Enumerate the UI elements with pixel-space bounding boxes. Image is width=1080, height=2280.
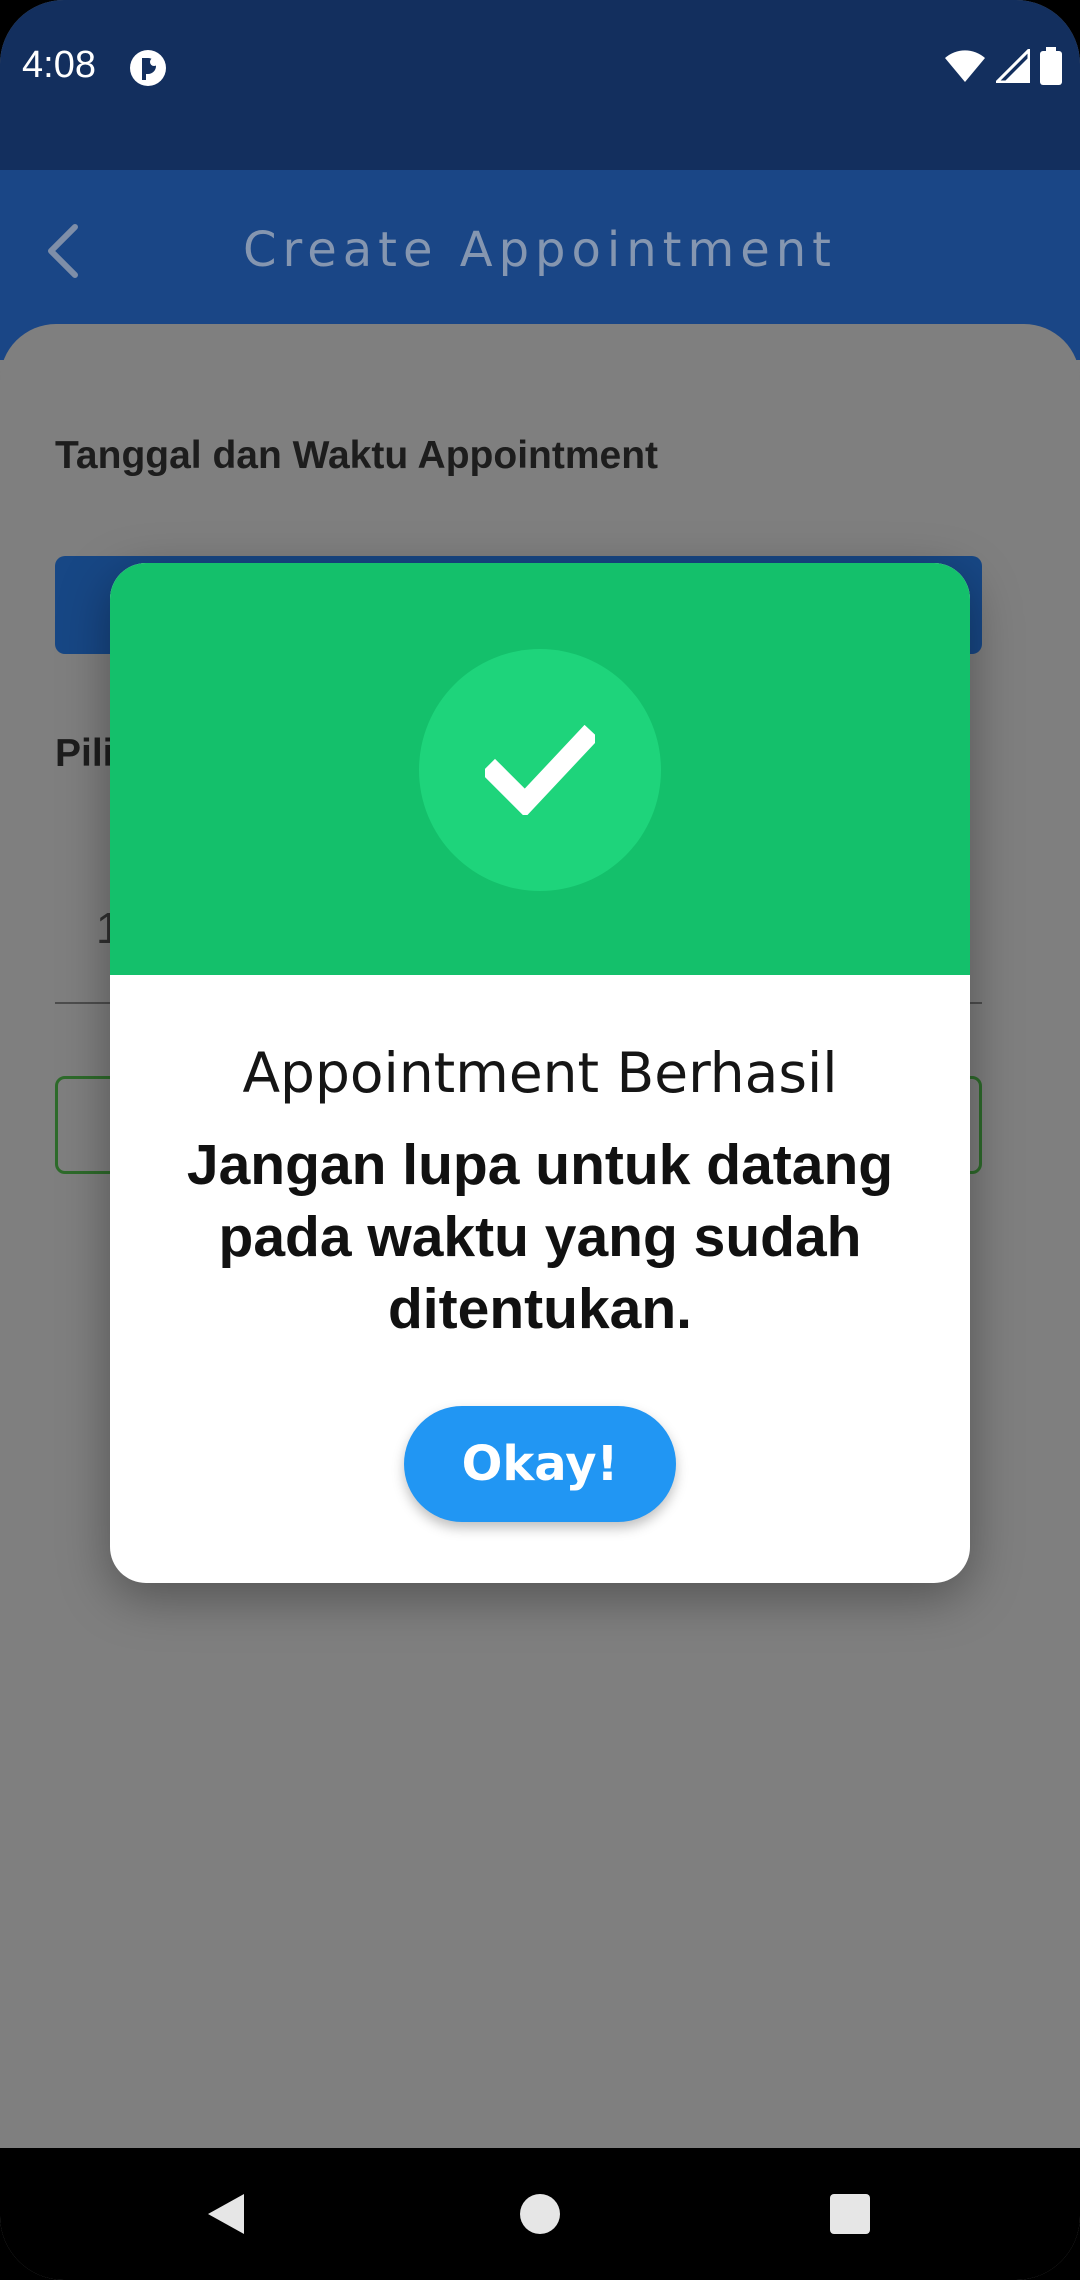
datetime-label: Tanggal dan Waktu Appointment — [55, 434, 659, 477]
notification-app-icon — [128, 48, 168, 88]
battery-icon — [1040, 46, 1062, 90]
dialog-header — [110, 563, 970, 975]
pick-label: Pili — [55, 732, 114, 775]
page-title: Create Appointment — [243, 222, 837, 278]
dialog-message: Jangan lupa untuk datang pada waktu yang… — [186, 1133, 894, 1341]
nav-back-button[interactable] — [186, 2174, 266, 2254]
wifi-icon — [944, 49, 986, 88]
nav-bar — [0, 2148, 1080, 2280]
signal-icon — [993, 45, 1031, 88]
nav-recents-button[interactable] — [810, 2174, 890, 2254]
device-screen: 4:08 Create Appointment Tanggal dan Wakt… — [0, 0, 1080, 2280]
checkmark-icon — [485, 725, 595, 815]
nav-home-button[interactable] — [500, 2174, 580, 2254]
status-icons — [944, 45, 1062, 90]
home-circle-icon — [520, 2194, 560, 2234]
status-time: 4:08 — [22, 44, 96, 86]
recents-square-icon — [830, 2194, 870, 2234]
back-triangle-icon — [208, 2194, 244, 2234]
status-bar: 4:08 — [0, 0, 1080, 170]
okay-button[interactable]: Okay! — [404, 1406, 676, 1522]
success-dialog: Appointment Berhasil Jangan lupa untuk d… — [110, 563, 970, 1583]
dialog-title: Appointment Berhasil — [242, 1041, 838, 1105]
check-circle — [419, 649, 661, 891]
